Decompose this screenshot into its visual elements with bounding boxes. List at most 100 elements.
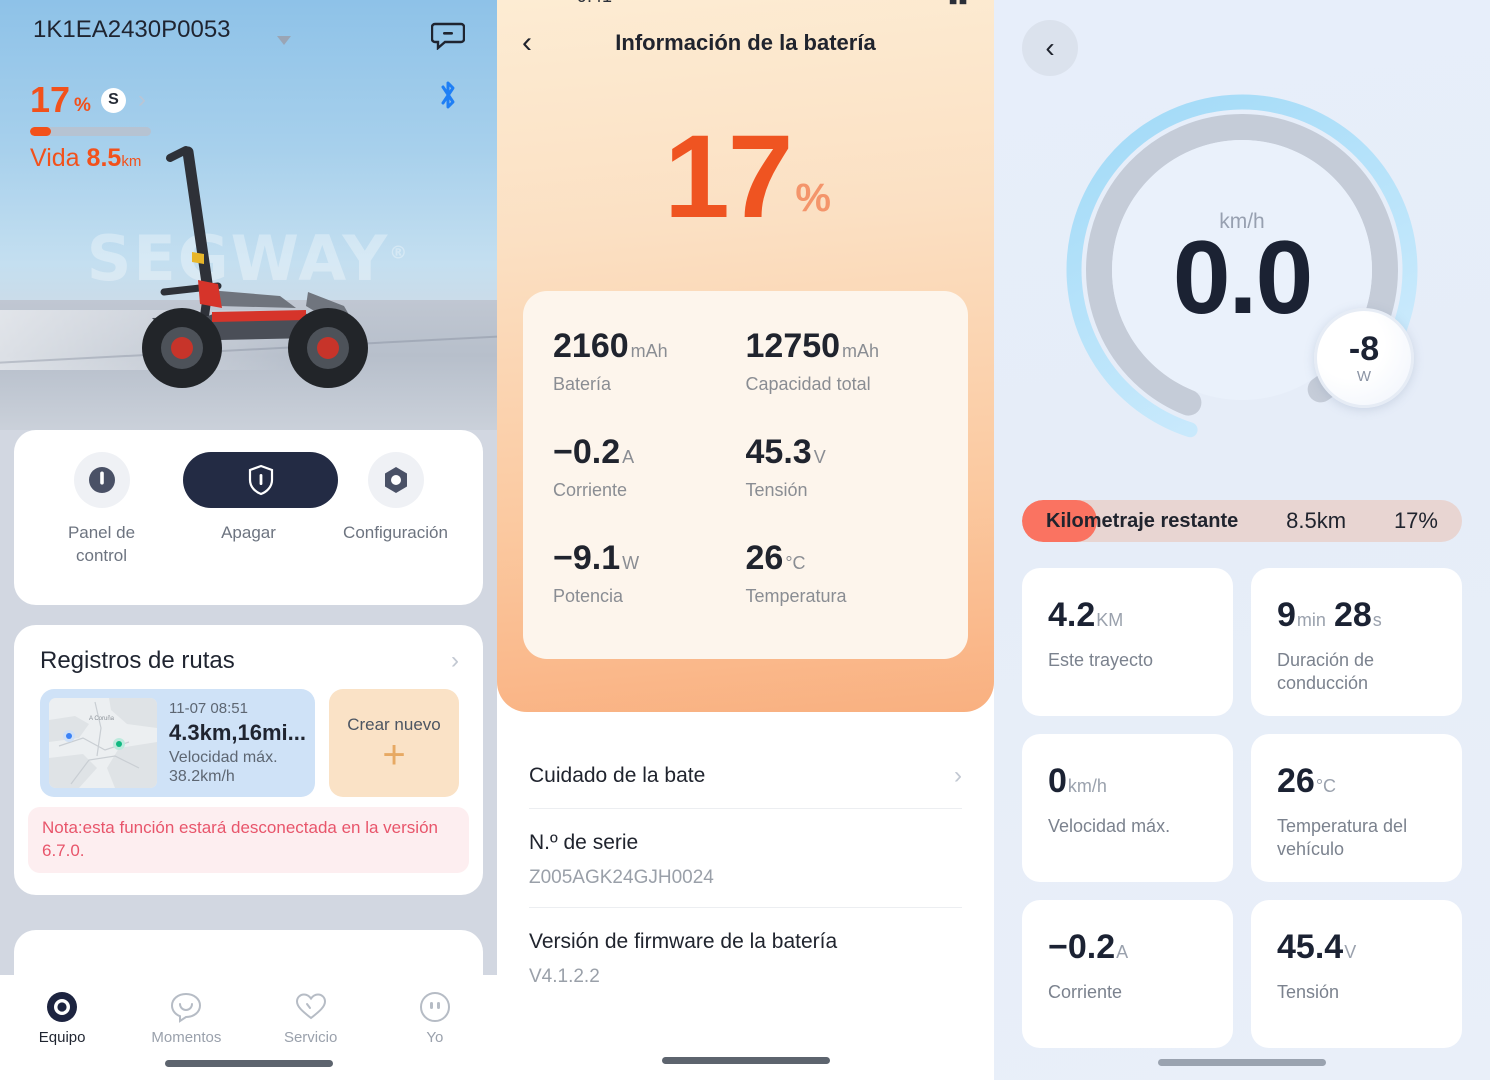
bluetooth-icon[interactable] [437,78,459,112]
scooter-image [142,146,368,388]
create-new-route-button[interactable]: Crear nuevo + [328,689,459,797]
battery-stat-value: −0.2 A [553,433,635,471]
list-item-title: N.º de serie [529,831,639,854]
control-configuracion[interactable]: Configuración [330,452,461,568]
create-new-route-label: Crear nuevo [347,715,441,734]
battery-stat-label: Tensión [745,480,808,500]
ride-stat-card: 9min 28s Duración de conducción [1251,568,1462,716]
list-item-title: Versión de firmware de la batería [529,930,838,953]
battery-percent-value: 17 [30,79,71,120]
battery-progress-track [30,127,151,136]
route-max-speed: Velocidad máx. 38.2km/h [169,749,278,786]
tab-label: Servicio [283,1029,338,1046]
route-map-thumbnail: A Coruña [49,698,157,788]
power-badge: -8 W [1314,308,1414,408]
battery-stat-unit: V [813,447,826,467]
tab-label: Yo [426,1029,444,1046]
ride-stat-value: 4.2 [1048,596,1096,634]
control-panel-de-control[interactable]: Panel de control [36,452,167,568]
battery-stat-item: 12750 mAh Capacidad total [746,327,939,395]
control-label: Configuración [343,523,448,542]
ride-stats-grid: 4.2KM Este trayecto 9min 28s Duración de con… [1022,568,1462,1048]
route-records-card: Registros de rutas › A Coruña 11-07 08:5… [14,625,483,895]
tab-yo[interactable]: Yo [373,987,497,1046]
ride-stat-value: 0 [1048,762,1067,800]
profile-face-icon [373,987,497,1027]
hex-nut-icon-wrap [367,452,424,508]
battery-stat-value: −9.1 W [553,539,640,577]
list-item-value: V4.1.2.2 [529,966,600,987]
page-title: Información de la batería [615,30,876,55]
battery-stat-unit: W [622,553,640,573]
remaining-range-bar: Kilometraje restante 8.5km 17% [1022,500,1462,542]
battery-info-list-item[interactable]: Cuidado de la bate › [529,740,962,809]
ride-stat-label: Este trayecto [1048,650,1154,670]
battery-stat-value: 12750 mAh [745,327,880,365]
battery-stats-card: 2160 mAh Batería 12750 mAh Capacidad total −0.… [523,291,968,659]
vehicle-id-label[interactable]: 1K1EA2430P0053 [33,16,231,44]
power-knob-icon [88,467,115,493]
route-date: 11-07 08:51 [169,700,248,717]
battery-big-value: 17 [664,111,793,243]
battery-stat-value: 45.3 V [745,433,826,471]
panel1-topbar: 1K1EA2430P0053 [0,0,497,109]
battery-info-list-item: Versión de firmware de la batería V4.1.2.… [529,908,962,1006]
ride-stat-label: Tensión [1277,982,1340,1002]
battery-summary[interactable]: 17 % S › Vida 8.5km [30,82,151,173]
svg-text:A Coruña: A Coruña [89,716,115,722]
status-bar-indicators: ▮▮ [948,0,968,7]
bottom-tabbar: Equipo Momentos Servicio Yo [0,975,497,1080]
ride-stat-unit: KM [1096,610,1124,630]
power-badge-value: -8 [1348,329,1380,368]
smiley-bubble-icon [124,987,248,1027]
heart-icon [249,987,373,1027]
tab-momentos[interactable]: Momentos [124,987,248,1046]
chat-bubble-minus-icon[interactable] [431,22,465,50]
ride-stat-value-2: 28 [1333,596,1372,634]
battery-stat-label: Capacidad total [745,374,871,394]
route-list-item[interactable]: A Coruña 11-07 08:51 4.3km,16mi... Veloc… [40,689,315,797]
battery-stat-unit: mAh [630,341,668,361]
ride-stat-card: 26°C Temperatura del vehículo [1251,734,1462,882]
battery-stat-unit: mAh [842,341,880,361]
control-apagar[interactable]: Apagar [183,452,338,568]
ride-stat-label: Velocidad máx. [1048,816,1171,836]
tab-servicio[interactable]: Servicio [249,987,373,1046]
tab-label: Momentos [151,1029,222,1046]
ride-mode-badge[interactable]: S [100,87,126,113]
ride-stat-card: 0km/h Velocidad máx. [1022,734,1233,882]
chevron-left-icon[interactable]: ‹ [1022,20,1078,76]
ride-stat-card: −0.2A Corriente [1022,900,1233,1048]
battery-stat-item: 45.3 V Tensión [746,433,939,501]
control-label: Panel de control [67,523,136,565]
deprecation-note: Nota:esta función estará desconectada en… [28,807,469,873]
list-item-chevron-icon[interactable]: › [954,762,962,790]
ride-stat-unit: V [1344,942,1357,962]
battery-stat-label: Potencia [553,586,624,606]
apagar-pill[interactable] [183,452,338,508]
ride-stat-label: Duración de conducción [1277,650,1375,694]
battery-detail-chevron-icon[interactable]: › [138,88,146,112]
list-item-value: Z005AGK24GJH0024 [529,867,714,888]
battery-stat-label: Temperatura [745,586,847,606]
remaining-range-label: Kilometraje restante [1046,509,1239,532]
vehicle-id-dropdown-caret-icon[interactable] [277,36,291,45]
power-knob-icon-wrap [73,452,130,508]
ride-stat-value: −0.2 [1048,928,1116,966]
speed-gauge: km/h 0.0 -8 W [1052,80,1432,460]
battery-stat-item: 2160 mAh Batería [553,327,746,395]
ride-stat-value: 9 [1277,596,1296,634]
battery-stat-value: 2160 mAh [553,327,668,365]
hex-nut-icon [384,467,407,493]
ride-stat-label: Temperatura del vehículo [1277,816,1408,860]
shield-lock-icon [248,464,273,496]
tab-equipo[interactable]: Equipo [0,987,124,1046]
home-indicator [661,1057,830,1064]
tab-label: Equipo [38,1029,86,1046]
control-label: Apagar [221,523,276,542]
plus-icon: + [382,733,406,777]
ride-stat-label: Corriente [1048,982,1123,1002]
battery-progress-fill [30,127,51,136]
chevron-left-icon[interactable]: ‹ [497,26,557,60]
route-records-chevron-icon[interactable]: › [451,647,459,675]
